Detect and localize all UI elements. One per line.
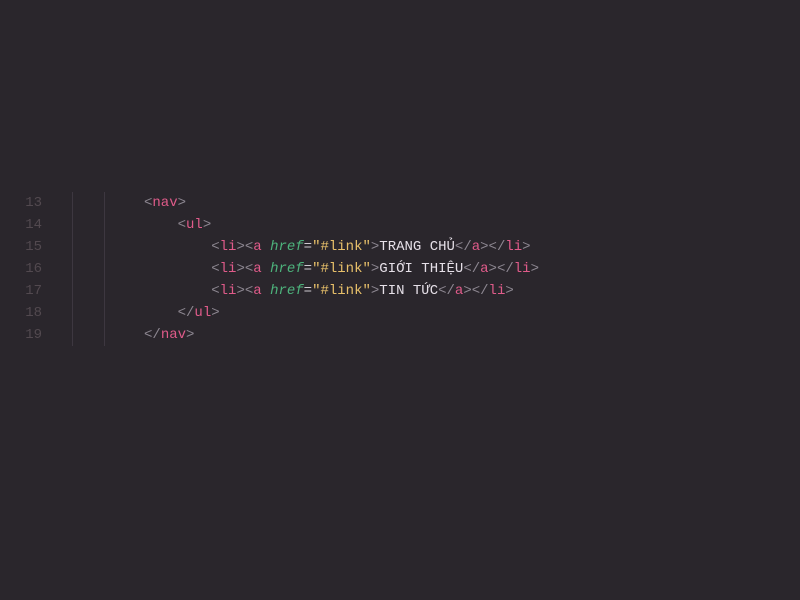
code-line[interactable]: <ul> <box>144 214 539 236</box>
code-line[interactable]: </ul> <box>144 302 539 324</box>
line-number: 16 <box>0 258 42 280</box>
code-line[interactable]: <nav> <box>144 192 539 214</box>
code-line[interactable]: <li><a href="#link">TRANG CHỦ</a></li> <box>144 236 539 258</box>
line-number: 14 <box>0 214 42 236</box>
line-number: 15 <box>0 236 42 258</box>
line-number: 18 <box>0 302 42 324</box>
line-number: 19 <box>0 324 42 346</box>
code-editor[interactable]: 13 14 15 16 17 18 19 <nav> <ul> <li><a h… <box>0 0 800 346</box>
line-number: 17 <box>0 280 42 302</box>
code-line[interactable]: </nav> <box>144 324 539 346</box>
line-number: 13 <box>0 192 42 214</box>
line-number-gutter: 13 14 15 16 17 18 19 <box>0 192 56 346</box>
code-line[interactable]: <li><a href="#link">GIỚI THIỆU</a></li> <box>144 258 539 280</box>
code-line[interactable]: <li><a href="#link">TIN TỨC</a></li> <box>144 280 539 302</box>
code-area[interactable]: <nav> <ul> <li><a href="#link">TRANG CHỦ… <box>56 192 539 346</box>
